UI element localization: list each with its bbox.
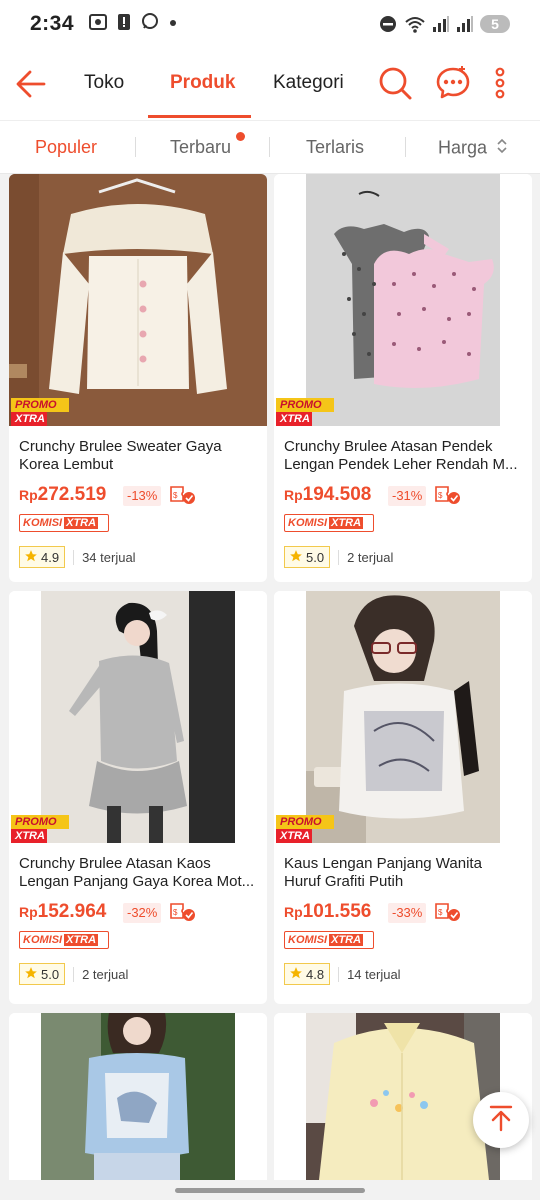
- arrow-up-to-top-icon: [486, 1103, 516, 1138]
- active-tab-indicator: [148, 115, 251, 118]
- product-card[interactable]: PROMO XTRA Crunchy Brulee Atasan Kaos Le…: [9, 591, 267, 1004]
- discount-badge: -13%: [123, 486, 162, 506]
- product-image: [9, 174, 267, 426]
- tab-produk[interactable]: Produk: [170, 72, 235, 94]
- rating-value: 5.0: [306, 549, 325, 565]
- dot-icon: [168, 15, 178, 33]
- product-image: [274, 591, 532, 843]
- sold-count: 2 terjual: [73, 966, 128, 982]
- chat-icon[interactable]: [434, 64, 472, 102]
- star-icon: [289, 966, 303, 983]
- rating-row: 4.8 14 terjual: [284, 963, 401, 985]
- back-arrow-icon[interactable]: [14, 66, 50, 102]
- battery-indicator: 5: [480, 15, 510, 33]
- gesture-bar: [0, 1180, 540, 1200]
- rating-badge: 5.0: [19, 963, 66, 985]
- sort-divider: [135, 137, 136, 157]
- sold-count: 14 terjual: [338, 966, 401, 982]
- promo-xtra-badge: PROMO XTRA: [11, 398, 69, 426]
- rating-row: 5.0 2 terjual: [284, 546, 393, 568]
- message-icon: [140, 12, 160, 37]
- status-time: 2:34: [30, 12, 75, 35]
- komisi-xtra-badge: KOMISI XTRA: [19, 931, 109, 949]
- product-price: Rp194.508: [284, 484, 372, 505]
- signal-icon-1: [432, 15, 450, 33]
- product-title: Kaus Lengan Panjang Wanita Huruf Grafiti…: [284, 855, 482, 890]
- product-card[interactable]: PROMO XTRA Crunchy Brulee Sweater Gaya K…: [9, 174, 267, 582]
- sort-bar: Populer Terbaru Terlaris Harga: [0, 120, 540, 174]
- sort-terlaris[interactable]: Terlaris: [306, 137, 364, 158]
- bonus-voucher-icon: $: [434, 484, 462, 506]
- bonus-voucher-icon: $: [169, 484, 197, 506]
- scroll-to-top-button[interactable]: [473, 1092, 529, 1148]
- komisi-xtra-badge: KOMISI XTRA: [284, 931, 374, 949]
- status-left-icons: [88, 12, 178, 37]
- sort-terbaru[interactable]: Terbaru: [170, 137, 231, 158]
- promo-xtra-badge: PROMO XTRA: [11, 815, 69, 843]
- rating-badge: 4.9: [19, 546, 66, 568]
- more-vertical-icon[interactable]: [490, 64, 510, 102]
- product-price: Rp152.964: [19, 901, 107, 922]
- status-bar: 2:34 5: [0, 0, 540, 48]
- product-title: Crunchy Brulee Atasan Kaos Lengan Panjan…: [19, 855, 255, 890]
- discount-badge: -33%: [388, 903, 427, 923]
- home-indicator[interactable]: [175, 1188, 365, 1193]
- tab-kategori[interactable]: Kategori: [273, 72, 344, 94]
- status-right-icons: 5: [378, 14, 510, 34]
- komisi-xtra-badge: KOMISI XTRA: [19, 514, 109, 532]
- promo-xtra-badge: PROMO XTRA: [276, 398, 334, 426]
- svg-text:$: $: [438, 491, 443, 500]
- svg-text:$: $: [438, 908, 443, 917]
- rating-value: 5.0: [41, 966, 60, 982]
- discount-badge: -31%: [388, 486, 427, 506]
- star-icon: [24, 549, 38, 566]
- rating-value: 4.9: [41, 549, 60, 565]
- tab-toko[interactable]: Toko: [84, 72, 124, 94]
- sort-divider: [269, 137, 270, 157]
- bonus-voucher-icon: $: [434, 901, 462, 923]
- discount-badge: -32%: [123, 903, 162, 923]
- komisi-xtra-badge: KOMISI XTRA: [284, 514, 374, 532]
- star-icon: [24, 966, 38, 983]
- product-card[interactable]: PROMO XTRA Kaus Lengan Panjang Wanita Hu…: [274, 591, 532, 1004]
- rating-row: 5.0 2 terjual: [19, 963, 128, 985]
- bonus-voucher-icon: $: [169, 901, 197, 923]
- svg-text:$: $: [173, 491, 178, 500]
- sort-populer[interactable]: Populer: [35, 137, 97, 158]
- rating-badge: 5.0: [284, 546, 331, 568]
- svg-text:$: $: [173, 908, 178, 917]
- product-card[interactable]: PROMO XTRA Crunchy Brulee Atasan Pendek …: [274, 174, 532, 582]
- sort-harga-label: Harga: [438, 137, 488, 158]
- screenshot-icon: [88, 12, 108, 37]
- promo-xtra-badge: PROMO XTRA: [276, 815, 334, 843]
- battery-level: 5: [491, 16, 499, 32]
- product-image: [9, 1013, 267, 1180]
- search-icon[interactable]: [376, 64, 414, 102]
- sold-count: 2 terjual: [338, 549, 393, 565]
- product-price: Rp272.519: [19, 484, 107, 505]
- rating-value: 4.8: [306, 966, 325, 982]
- star-icon: [289, 549, 303, 566]
- signal-icon-2: [456, 15, 474, 33]
- sort-divider: [405, 137, 406, 157]
- product-title: Crunchy Brulee Sweater Gaya Korea Lembut: [19, 438, 222, 473]
- sold-count: 34 terjual: [73, 549, 136, 565]
- wifi-icon: [404, 14, 426, 34]
- product-price: Rp101.556: [284, 901, 372, 922]
- sort-toggle-icon: [496, 137, 508, 160]
- rating-badge: 4.8: [284, 963, 331, 985]
- rating-row: 4.9 34 terjual: [19, 546, 136, 568]
- product-image: [9, 591, 267, 843]
- shop-header: Toko Produk Kategori: [0, 48, 540, 120]
- dnd-icon: [378, 14, 398, 34]
- sort-harga[interactable]: Harga: [438, 137, 508, 160]
- product-image: [274, 174, 532, 426]
- new-indicator-dot: [236, 132, 245, 141]
- product-card[interactable]: [9, 1013, 267, 1180]
- alert-icon: [116, 12, 132, 37]
- product-title: Crunchy Brulee Atasan Pendek Lengan Pend…: [284, 438, 518, 473]
